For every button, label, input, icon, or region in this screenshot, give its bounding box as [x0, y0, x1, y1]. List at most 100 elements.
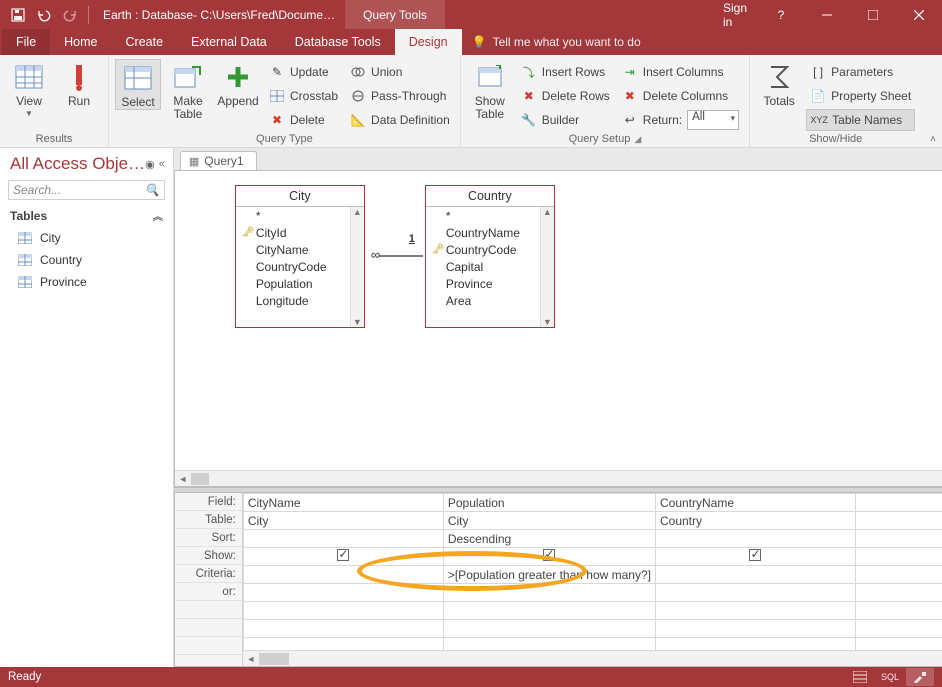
tab-design[interactable]: Design — [395, 29, 462, 55]
qbe-cell[interactable]: >[Population greater than how many?] — [443, 566, 655, 584]
qbe-cell[interactable]: City — [443, 512, 655, 530]
field-item[interactable]: 🗝CountryCode — [426, 241, 554, 258]
save-icon[interactable] — [6, 3, 30, 27]
parameters-button[interactable]: [ ]Parameters — [806, 61, 915, 83]
qbe-cell[interactable] — [655, 584, 855, 602]
field-item[interactable]: Longitude — [236, 292, 364, 309]
qbe-cell[interactable] — [655, 530, 855, 548]
field-item[interactable]: CountryCode — [236, 258, 364, 275]
datasheet-view-icon[interactable] — [846, 668, 874, 686]
nav-dropdown-icon[interactable]: ◉ — [145, 158, 155, 171]
query-design-surface[interactable]: City *🗝CityIdCityNameCountryCodePopulati… — [174, 170, 942, 487]
nav-item[interactable]: Province — [0, 271, 173, 293]
nav-item[interactable]: City — [0, 227, 173, 249]
delete-rows-button[interactable]: ✖Delete Rows — [517, 85, 614, 107]
qbe-hscroll[interactable]: ◄ ► — [243, 650, 942, 666]
qbe-cell[interactable]: Population — [443, 494, 655, 512]
qbe-cell[interactable]: Country — [655, 512, 855, 530]
design-hscroll[interactable]: ◄ ► — [175, 470, 942, 486]
tab-external-data[interactable]: External Data — [177, 29, 281, 55]
field-item[interactable]: * — [236, 207, 364, 224]
qbe-grid[interactable]: Field:Table:Sort:Show:Criteria:or: CityN… — [174, 493, 942, 667]
scrollbar[interactable]: ▲▼ — [350, 207, 364, 327]
qbe-cell[interactable]: CityName — [243, 494, 443, 512]
scroll-left-icon[interactable]: ◄ — [175, 474, 191, 484]
nav-title[interactable]: All Access Obje… — [10, 154, 145, 174]
field-item[interactable]: Area — [426, 292, 554, 309]
qbe-cell[interactable] — [443, 548, 655, 566]
tab-create[interactable]: Create — [112, 29, 178, 55]
qbe-cell[interactable] — [243, 530, 443, 548]
minimize-icon[interactable] — [804, 0, 850, 29]
table-names-button[interactable]: XYZTable Names — [806, 109, 915, 131]
design-view-icon[interactable] — [906, 668, 934, 686]
qbe-cell[interactable] — [655, 566, 855, 584]
table-box-city[interactable]: City *🗝CityIdCityNameCountryCodePopulati… — [235, 185, 365, 328]
field-item[interactable]: Province — [426, 275, 554, 292]
qbe-cell[interactable]: CountryName — [655, 494, 855, 512]
redo-icon[interactable] — [58, 3, 82, 27]
property-sheet-button[interactable]: 📄Property Sheet — [806, 85, 915, 107]
qbe-cell[interactable] — [443, 584, 655, 602]
checkbox[interactable] — [749, 549, 761, 561]
checkbox[interactable] — [337, 549, 349, 561]
builder-button[interactable]: 🔧Builder — [517, 109, 614, 131]
qbe-cell[interactable] — [855, 494, 942, 512]
qbe-cell[interactable] — [855, 530, 942, 548]
nav-item[interactable]: Country — [0, 249, 173, 271]
tab-file[interactable]: File — [2, 29, 50, 55]
totals-button[interactable]: Totals — [756, 59, 802, 108]
view-button[interactable]: View ▼ — [6, 59, 52, 118]
tab-database-tools[interactable]: Database Tools — [281, 29, 395, 55]
insert-columns-button[interactable]: ⇥Insert Columns — [618, 61, 743, 83]
append-button[interactable]: Append — [215, 59, 261, 108]
union-button[interactable]: Union — [346, 61, 454, 83]
qbe-cell[interactable] — [855, 584, 942, 602]
field-item[interactable]: Capital — [426, 258, 554, 275]
help-icon[interactable]: ? — [758, 0, 804, 29]
close-icon[interactable] — [896, 0, 942, 29]
field-item[interactable]: CityName — [236, 241, 364, 258]
table-box-country[interactable]: Country *CountryName🗝CountryCodeCapitalP… — [425, 185, 555, 328]
dialog-launcher-icon[interactable]: ◢ — [634, 134, 641, 144]
qbe-cell[interactable] — [855, 512, 942, 530]
return-select[interactable]: All — [687, 110, 739, 130]
relationship-line[interactable]: 1 ∞ — [371, 247, 421, 262]
qbe-cell[interactable] — [855, 566, 942, 584]
qbe-cell[interactable] — [243, 584, 443, 602]
maximize-icon[interactable] — [850, 0, 896, 29]
select-query-button[interactable]: Select — [115, 59, 161, 110]
nav-search-input[interactable]: Search... 🔍 — [8, 180, 165, 200]
nav-collapse-icon[interactable]: « — [159, 158, 165, 171]
document-tab-query1[interactable]: ▦ Query1 — [180, 151, 257, 170]
data-definition-button[interactable]: 📐Data Definition — [346, 109, 454, 131]
qbe-cell[interactable] — [855, 548, 942, 566]
qbe-cell[interactable]: Descending — [443, 530, 655, 548]
passthrough-button[interactable]: Pass-Through — [346, 85, 454, 107]
collapse-ribbon-icon[interactable]: ˄ — [930, 134, 936, 145]
field-item[interactable]: 🗝CityId — [236, 224, 364, 241]
scroll-left-icon[interactable]: ◄ — [243, 654, 259, 664]
delete-columns-button[interactable]: ✖Delete Columns — [618, 85, 743, 107]
insert-rows-button[interactable]: ⤵Insert Rows — [517, 61, 614, 83]
checkbox[interactable] — [543, 549, 555, 561]
scrollbar[interactable]: ▲▼ — [540, 207, 554, 327]
show-table-button[interactable]: Show Table — [467, 59, 513, 120]
undo-icon[interactable] — [32, 3, 56, 27]
field-item[interactable]: Population — [236, 275, 364, 292]
field-item[interactable]: CountryName — [426, 224, 554, 241]
make-table-button[interactable]: Make Table — [165, 59, 211, 120]
qbe-cell[interactable] — [243, 566, 443, 584]
sql-view-button[interactable]: SQL — [876, 668, 904, 686]
tab-home[interactable]: Home — [50, 29, 111, 55]
nav-section-tables[interactable]: Tables ︽ — [0, 204, 173, 227]
qbe-cell[interactable] — [243, 548, 443, 566]
update-button[interactable]: ✎Update — [265, 61, 342, 83]
run-button[interactable]: Run — [56, 59, 102, 108]
qbe-cell[interactable]: City — [243, 512, 443, 530]
crosstab-button[interactable]: Crosstab — [265, 85, 342, 107]
sign-in-button[interactable]: Sign in — [712, 0, 758, 29]
field-item[interactable]: * — [426, 207, 554, 224]
tell-me-search[interactable]: 💡 Tell me what you want to do — [462, 29, 651, 55]
delete-button[interactable]: ✖Delete — [265, 109, 342, 131]
